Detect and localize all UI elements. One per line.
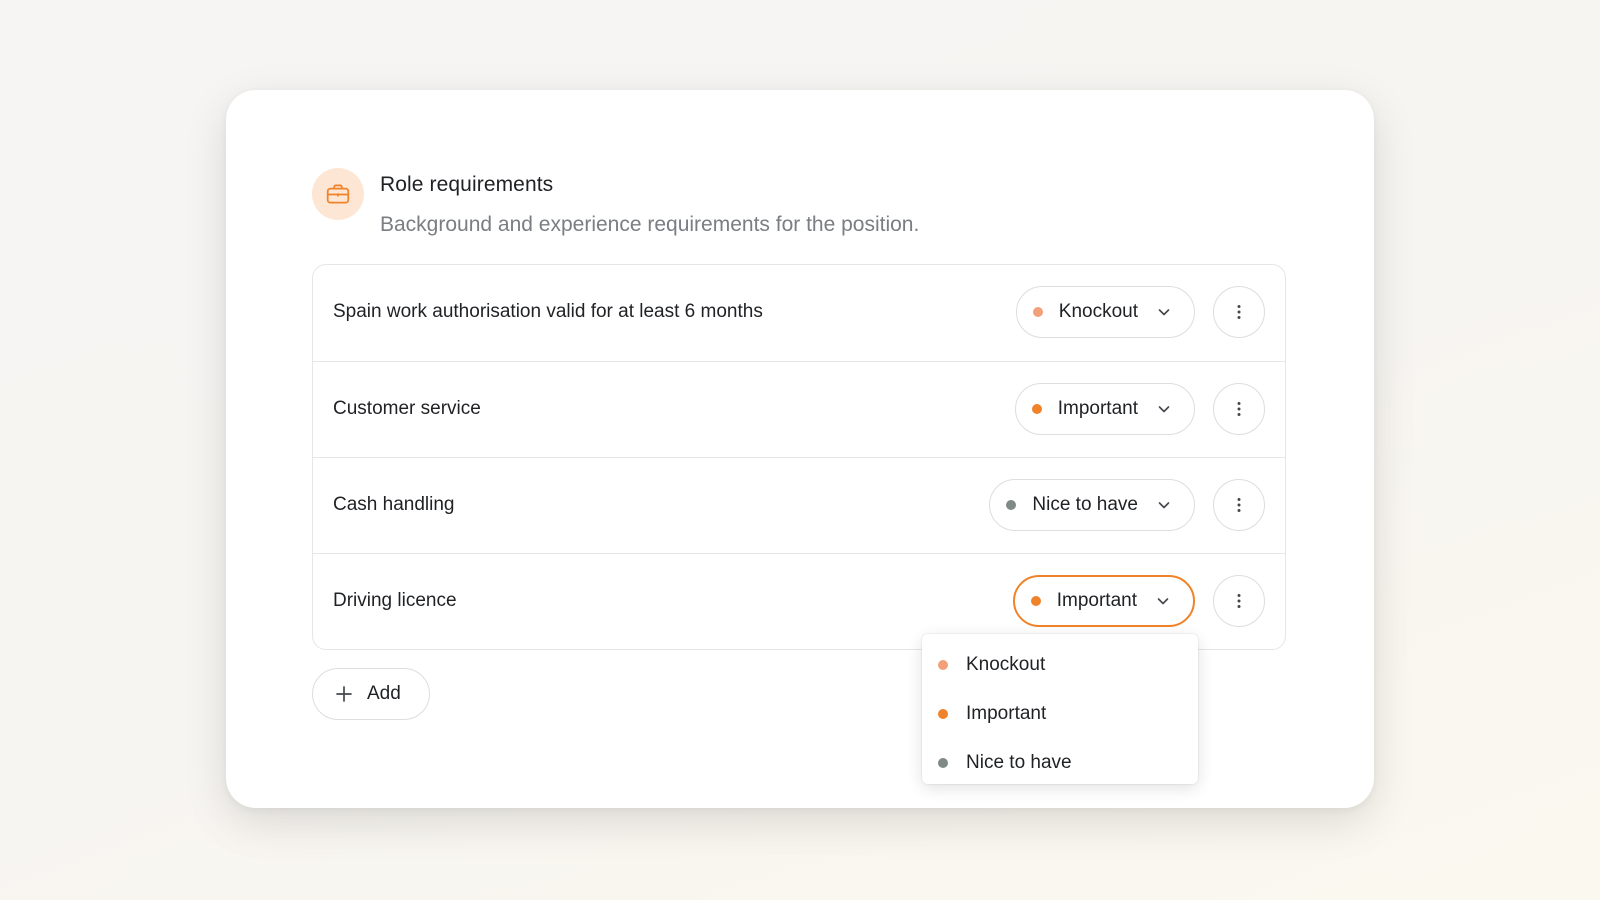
chevron-down-icon	[1158, 406, 1170, 413]
priority-value: Important	[1057, 398, 1138, 419]
requirement-label: Customer service	[333, 398, 481, 419]
more-vertical-icon	[1237, 594, 1241, 608]
knockout-dot-icon	[1032, 307, 1043, 317]
briefcase-icon	[312, 168, 364, 220]
priority-value: Important	[1056, 590, 1137, 611]
chevron-down-icon	[1158, 309, 1170, 316]
requirement-label: Spain work authorisation valid for at le…	[333, 301, 763, 322]
more-vertical-icon	[1237, 498, 1241, 512]
requirement-row: Spain work authorisation valid for at le…	[313, 265, 1285, 361]
priority-value: Nice to have	[1032, 494, 1138, 515]
add-requirement-button[interactable]: Add	[312, 668, 430, 720]
requirements-list: Spain work authorisation valid for at le…	[312, 264, 1286, 650]
requirement-row: Cash handling Nice to have	[313, 457, 1285, 553]
priority-dropdown[interactable]: Nice to have	[989, 479, 1195, 531]
menu-option-label: Nice to have	[966, 751, 1072, 773]
chevron-down-icon	[1158, 502, 1170, 509]
role-requirements-card: Role requirements Background and experie…	[226, 90, 1374, 808]
important-dot-icon	[1030, 596, 1041, 606]
more-options-button[interactable]	[1213, 575, 1265, 627]
priority-dropdown[interactable]: Knockout	[1015, 286, 1195, 338]
menu-option-knockout[interactable]: Knockout	[922, 640, 1198, 689]
priority-dropdown-active[interactable]: Important	[1012, 575, 1195, 627]
requirement-label: Driving licence	[333, 590, 457, 611]
priority-dropdown-menu: Knockout Important Nice to have	[922, 634, 1198, 784]
more-vertical-icon	[1237, 305, 1241, 319]
section-subtitle: Background and experience requirements f…	[380, 213, 920, 236]
more-options-button[interactable]	[1213, 383, 1265, 435]
priority-value: Knockout	[1058, 301, 1138, 322]
requirement-label: Cash handling	[333, 494, 455, 515]
nice-to-have-dot-icon	[938, 757, 948, 768]
add-label: Add	[367, 683, 401, 704]
menu-option-important[interactable]: Important	[922, 689, 1198, 738]
important-dot-icon	[1031, 404, 1042, 414]
menu-option-nice-to-have[interactable]: Nice to have	[922, 738, 1198, 787]
priority-dropdown[interactable]: Important	[1014, 383, 1195, 435]
nice-to-have-dot-icon	[1006, 500, 1017, 510]
plus-icon	[336, 686, 352, 702]
section-title: Role requirements	[380, 173, 554, 196]
more-options-button[interactable]	[1213, 479, 1265, 531]
menu-option-label: Important	[966, 702, 1047, 724]
requirement-row: Customer service Important	[313, 361, 1285, 457]
more-options-button[interactable]	[1213, 286, 1265, 338]
knockout-dot-icon	[938, 659, 948, 670]
more-vertical-icon	[1237, 402, 1241, 416]
chevron-down-icon	[1157, 598, 1169, 605]
menu-option-label: Knockout	[966, 653, 1046, 675]
important-dot-icon	[938, 708, 948, 719]
